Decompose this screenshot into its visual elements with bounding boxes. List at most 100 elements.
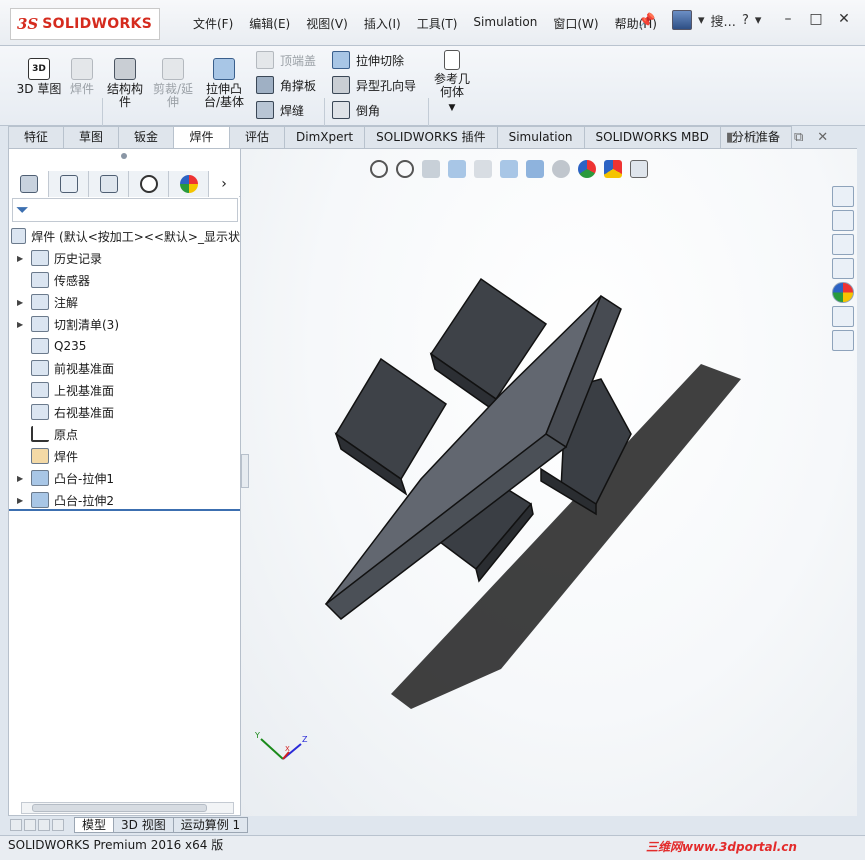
- panel-tabs-next[interactable]: ›: [209, 171, 239, 197]
- zoom-to-fit-icon[interactable]: [370, 160, 388, 178]
- tree-item-sensors[interactable]: 传感器: [9, 269, 240, 291]
- menu-insert[interactable]: 插入(I): [356, 15, 409, 32]
- chamfer-button[interactable]: 倒角: [332, 101, 380, 119]
- view-palette-icon[interactable]: [832, 258, 854, 279]
- display-style-icon[interactable]: [526, 160, 544, 178]
- restore-window-icon[interactable]: ⧉: [794, 130, 803, 145]
- horizontal-scrollbar[interactable]: [21, 802, 234, 814]
- tab-configuration-manager[interactable]: [89, 171, 129, 197]
- gusset-button[interactable]: 角撑板: [256, 76, 316, 94]
- expand-arrow-icon[interactable]: ▶: [17, 474, 27, 483]
- panel-splitter[interactable]: [9, 509, 240, 511]
- tree-filter[interactable]: ⏷: [12, 198, 238, 222]
- zoom-to-area-icon[interactable]: [396, 160, 414, 178]
- tab-dimxpert[interactable]: DimXpert: [284, 126, 366, 148]
- graphics-area[interactable]: Y Z X: [241, 148, 857, 816]
- first-tab-icon[interactable]: [10, 819, 22, 831]
- view-orientation-icon[interactable]: [500, 160, 518, 178]
- forum-icon[interactable]: [832, 330, 854, 351]
- tree-item-origin[interactable]: 原点: [9, 423, 240, 445]
- hole-wizard-button[interactable]: 异型孔向导: [332, 76, 416, 94]
- 3d-sketch-button[interactable]: 3D 3D 草图: [16, 58, 62, 96]
- design-library-icon[interactable]: [832, 210, 854, 231]
- minimize-icon[interactable]: –: [773, 130, 780, 145]
- maximize-icon[interactable]: □: [808, 11, 824, 27]
- panel-grip[interactable]: [121, 153, 127, 159]
- tree-item-boss-extrude1[interactable]: ▶ 凸台-拉伸1: [9, 467, 240, 489]
- tab-mbd[interactable]: SOLIDWORKS MBD: [583, 126, 721, 148]
- tab-simulation[interactable]: Simulation: [496, 126, 585, 148]
- tab-feature-manager[interactable]: [9, 171, 49, 197]
- tab-addins[interactable]: SOLIDWORKS 插件: [364, 126, 498, 148]
- save-icon[interactable]: [672, 10, 692, 30]
- tab-sketch[interactable]: 草图: [63, 126, 119, 148]
- dynamic-annotation-icon[interactable]: [474, 160, 492, 178]
- home-icon[interactable]: [832, 186, 854, 207]
- chevron-down-icon[interactable]: ▼: [432, 102, 472, 115]
- tree-item-history[interactable]: ▶ 历史记录: [9, 247, 240, 269]
- tree-item-front-plane[interactable]: 前视基准面: [9, 357, 240, 379]
- menu-simulation[interactable]: Simulation: [465, 15, 545, 32]
- tab-display-manager[interactable]: [169, 171, 209, 197]
- tree-item-top-plane[interactable]: 上视基准面: [9, 379, 240, 401]
- tree-item-material[interactable]: Q235: [9, 335, 240, 357]
- chevron-down-icon[interactable]: ▾: [698, 13, 705, 28]
- end-cap-button[interactable]: 顶端盖: [256, 51, 316, 69]
- extruded-boss-button[interactable]: 拉伸凸台/基体: [200, 58, 248, 109]
- tab-motion-study-1[interactable]: 运动算例 1: [172, 817, 249, 833]
- help-icon[interactable]: ?: [742, 13, 749, 28]
- tree-root-part[interactable]: 焊件 (默认<按加工><<默认>_显示状: [9, 225, 240, 247]
- view-settings-icon[interactable]: [630, 160, 648, 178]
- menu-window[interactable]: 窗口(W): [545, 15, 606, 32]
- tab-features[interactable]: 特征: [8, 126, 64, 148]
- minimize-icon[interactable]: –: [780, 11, 796, 27]
- expand-arrow-icon[interactable]: ▶: [17, 254, 27, 263]
- hide-show-icon[interactable]: [552, 160, 570, 178]
- weldment-button[interactable]: 焊件: [64, 58, 100, 96]
- tree-item-cut-list[interactable]: ▶ 切割清单(3): [9, 313, 240, 335]
- menu-help[interactable]: 帮助(H): [607, 15, 665, 32]
- extruded-cut-button[interactable]: 拉伸切除: [332, 51, 404, 69]
- tree-item-annotations[interactable]: ▶ 注解: [9, 291, 240, 313]
- previous-view-icon[interactable]: [422, 160, 440, 178]
- scrollbar-thumb[interactable]: [32, 804, 207, 812]
- search-commands[interactable]: 搜...: [711, 11, 736, 30]
- tab-weldments[interactable]: 焊件: [173, 126, 230, 148]
- chevron-down-icon[interactable]: ▾: [755, 13, 762, 28]
- tab-dimxpert-manager[interactable]: [129, 171, 169, 197]
- solidworks-logo[interactable]: 3S SOLIDWORKS: [10, 8, 160, 40]
- restore-icon[interactable]: ◧: [726, 130, 738, 145]
- reference-geometry-button[interactable]: 参考几何体 ▼: [432, 50, 472, 115]
- tree-item-right-plane[interactable]: 右视基准面: [9, 401, 240, 423]
- pin-icon[interactable]: 📌: [638, 13, 655, 29]
- close-icon[interactable]: ✕: [836, 11, 852, 27]
- panel-collapse-handle[interactable]: [241, 454, 249, 488]
- previous-tab-icon[interactable]: [24, 819, 36, 831]
- tab-property-manager[interactable]: [49, 171, 89, 197]
- edit-appearance-icon[interactable]: [578, 160, 596, 178]
- custom-properties-icon[interactable]: [832, 306, 854, 327]
- menu-tools[interactable]: 工具(T): [409, 15, 466, 32]
- structural-member-button[interactable]: 结构构件: [104, 58, 146, 109]
- tree-item-weldment[interactable]: 焊件: [9, 445, 240, 467]
- tab-3d-views[interactable]: 3D 视图: [113, 817, 174, 833]
- expand-arrow-icon[interactable]: ▶: [17, 496, 27, 505]
- last-tab-icon[interactable]: [52, 819, 64, 831]
- weld-bead-button[interactable]: 焊缝: [256, 101, 304, 119]
- tab-sheet-metal[interactable]: 钣金: [118, 126, 174, 148]
- tab-evaluate[interactable]: 评估: [229, 126, 285, 148]
- file-explorer-icon[interactable]: [832, 234, 854, 255]
- tab-model[interactable]: 模型: [74, 817, 115, 833]
- tree-item-boss-extrude2[interactable]: ▶ 凸台-拉伸2: [9, 489, 240, 511]
- expand-arrow-icon[interactable]: ▶: [17, 298, 27, 307]
- expand-arrow-icon[interactable]: ▶: [17, 320, 27, 329]
- appearances-icon[interactable]: [832, 282, 854, 303]
- next-tab-icon[interactable]: [38, 819, 50, 831]
- menu-edit[interactable]: 编辑(E): [241, 15, 298, 32]
- apply-scene-icon[interactable]: [604, 160, 622, 178]
- menu-file[interactable]: 文件(F): [185, 15, 241, 32]
- trim-extend-button[interactable]: 剪裁/延伸: [150, 58, 196, 109]
- expand-icon[interactable]: ▯: [752, 130, 759, 145]
- menu-view[interactable]: 视图(V): [298, 15, 356, 32]
- section-view-icon[interactable]: [448, 160, 466, 178]
